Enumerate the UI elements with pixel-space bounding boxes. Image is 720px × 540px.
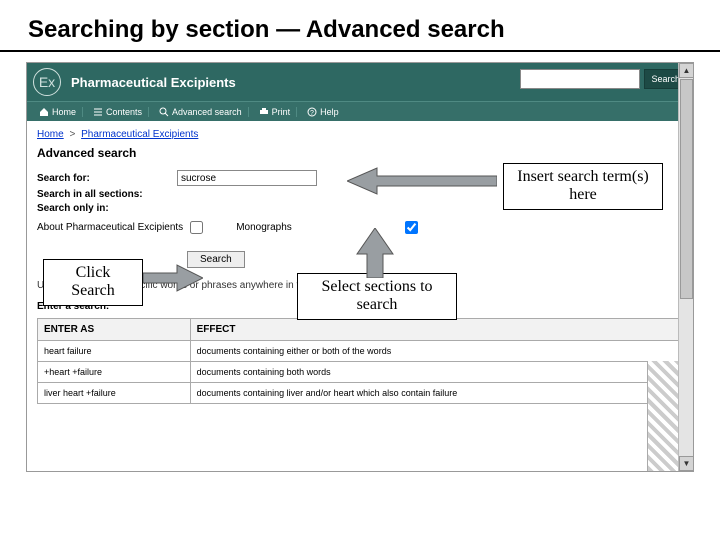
breadcrumb-sep: > xyxy=(69,129,75,140)
checkbox-about-wrap[interactable]: About Pharmaceutical Excipients xyxy=(37,218,206,237)
nav-bar: Home Contents Advanced search Print ? He… xyxy=(27,101,693,121)
col-effect: EFFECT xyxy=(190,319,682,341)
callout-insert-term: Insert search term(s) here xyxy=(503,163,663,210)
list-icon xyxy=(93,107,103,117)
app-header: Ex Pharmaceutical Excipients Search xyxy=(27,63,693,101)
cell-effect: documents containing both words xyxy=(190,362,682,383)
arrow-up-icon xyxy=(355,228,395,278)
nav-home-label: Home xyxy=(52,107,76,117)
nav-contents-label: Contents xyxy=(106,107,142,117)
callout-click-search: Click Search xyxy=(43,259,143,306)
svg-text:?: ? xyxy=(310,110,314,117)
scroll-down-button[interactable]: ▼ xyxy=(679,456,694,471)
table-row: +heart +failure documents containing bot… xyxy=(38,362,683,383)
quick-search-input[interactable] xyxy=(520,69,640,89)
label-search-in: Search in all sections: xyxy=(37,189,177,200)
nav-advanced-search[interactable]: Advanced search xyxy=(153,107,249,117)
quick-search: Search xyxy=(520,69,687,89)
breadcrumb-home[interactable]: Home xyxy=(37,129,64,140)
scroll-up-button[interactable]: ▲ xyxy=(679,63,694,78)
syntax-table: ENTER AS EFFECT heart failure documents … xyxy=(37,318,683,404)
search-for-input[interactable] xyxy=(177,170,317,186)
label-search-for: Search for: xyxy=(37,173,177,184)
nav-print[interactable]: Print xyxy=(253,107,298,117)
nav-help[interactable]: ? Help xyxy=(301,107,345,117)
nav-contents[interactable]: Contents xyxy=(87,107,149,117)
checkbox-monographs[interactable] xyxy=(405,221,418,234)
logo-icon: Ex xyxy=(33,68,61,96)
search-icon xyxy=(159,107,169,117)
product-name: Pharmaceutical Excipients xyxy=(71,75,236,90)
breadcrumb: Home > Pharmaceutical Excipients xyxy=(37,129,683,140)
table-row: liver heart +failure documents containin… xyxy=(38,383,683,404)
cell-query: liver heart +failure xyxy=(38,383,191,404)
scrollbar[interactable]: ▲ ▼ xyxy=(678,63,693,471)
arrow-right-icon xyxy=(143,263,203,293)
label-search-only: Search only in: xyxy=(37,203,177,214)
arrow-left-icon xyxy=(347,166,497,196)
nav-advanced-label: Advanced search xyxy=(172,107,242,117)
cell-query: heart failure xyxy=(38,341,191,362)
callout-select-sections: Select sections to search xyxy=(297,273,457,320)
print-icon xyxy=(259,107,269,117)
cell-effect: documents containing liver and/or heart … xyxy=(190,383,682,404)
cell-query: +heart +failure xyxy=(38,362,191,383)
breadcrumb-current[interactable]: Pharmaceutical Excipients xyxy=(81,129,198,140)
slide-title: Searching by section — Advanced search xyxy=(0,0,720,52)
nav-print-label: Print xyxy=(272,107,291,117)
col-enter-as: ENTER AS xyxy=(38,319,191,341)
checkbox-monographs-label: Monographs xyxy=(236,222,292,233)
checkbox-about[interactable] xyxy=(190,221,203,234)
table-row: heart failure documents containing eithe… xyxy=(38,341,683,362)
scroll-thumb[interactable] xyxy=(680,79,693,299)
screenshot-frame: Ex Pharmaceutical Excipients Search Home… xyxy=(26,62,694,472)
nav-home[interactable]: Home xyxy=(33,107,83,117)
nav-help-label: Help xyxy=(320,107,339,117)
home-icon xyxy=(39,107,49,117)
cell-effect: documents containing either or both of t… xyxy=(190,341,682,362)
checkbox-about-label: About Pharmaceutical Excipients xyxy=(37,222,183,233)
help-icon: ? xyxy=(307,107,317,117)
page-heading: Advanced search xyxy=(37,146,683,160)
